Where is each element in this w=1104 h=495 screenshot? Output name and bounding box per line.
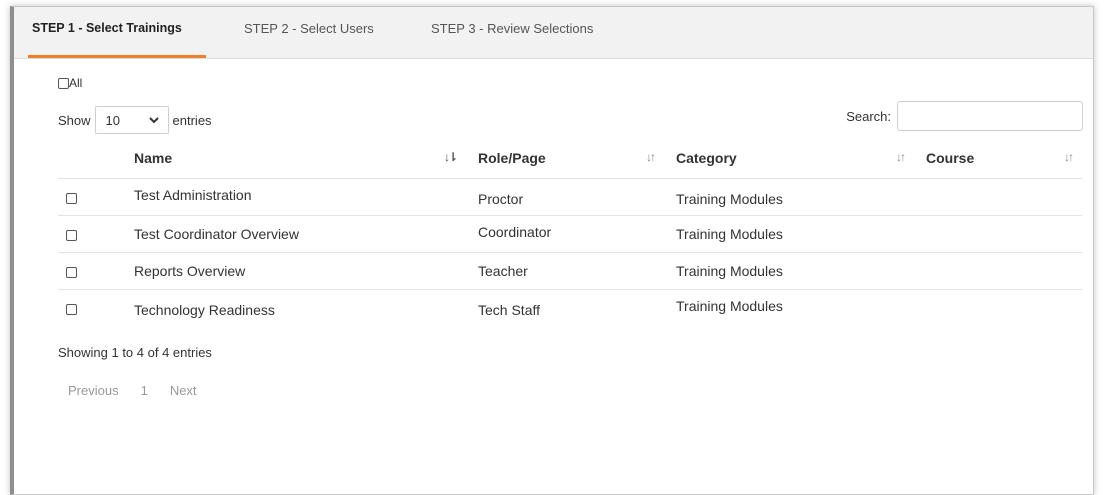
row-checkbox[interactable] (66, 266, 77, 278)
cell-role: Tech Staff (478, 301, 541, 318)
table-row: Reports Overview Teacher Training Module… (58, 252, 1082, 289)
tab-step-1[interactable]: STEP 1 - Select Trainings (32, 21, 182, 35)
cell-name: Test Coordinator Overview (134, 225, 299, 242)
column-header-role[interactable]: Role/Page ↓↑ (466, 138, 664, 178)
checkbox-column-header (58, 138, 84, 178)
row-checkbox[interactable] (66, 229, 77, 241)
row-checkbox[interactable] (66, 192, 77, 204)
column-header-name[interactable]: Name ↓⇂ (84, 138, 466, 178)
wizard-panel: STEP 1 - Select Trainings STEP 2 - Selec… (10, 6, 1094, 495)
sort-icon: ↓↑ (646, 150, 656, 164)
trainings-table: Name ↓⇂ Role/Page ↓↑ Category ↓↑ Course … (58, 138, 1082, 326)
pagination: Previous 1 Next (68, 383, 197, 398)
table-info: Showing 1 to 4 of 4 entries (58, 345, 212, 360)
cell-course (926, 179, 1082, 189)
chevron-down-icon (148, 117, 159, 124)
entries-select[interactable]: 10 (94, 106, 169, 134)
search-control: Search: (846, 101, 1083, 131)
table-row: Test Administration Proctor Training Mod… (58, 178, 1082, 215)
cell-category: Training Modules (676, 262, 783, 279)
cell-name: Technology Readiness (134, 301, 275, 318)
step-tabs: STEP 1 - Select Trainings STEP 2 - Selec… (14, 7, 1093, 59)
column-header-course[interactable]: Course ↓↑ (914, 138, 1082, 178)
cell-course (926, 290, 1082, 300)
cell-role: Proctor (478, 190, 524, 207)
show-label: Show (58, 112, 91, 128)
sort-icon: ↓↑ (1064, 150, 1074, 164)
select-all-checkbox[interactable] (58, 77, 69, 89)
sort-desc-icon: ↓⇂ (443, 150, 458, 164)
cell-role: Teacher (478, 262, 528, 279)
tab-step-2[interactable]: STEP 2 - Select Users (244, 21, 374, 36)
entries-label: entries (172, 112, 212, 128)
page-1-button[interactable]: 1 (141, 383, 148, 398)
search-label: Search: (846, 108, 891, 124)
column-header-category[interactable]: Category ↓↑ (664, 138, 914, 178)
table-row: Technology Readiness Tech Staff Training… (58, 289, 1082, 326)
tab-content: All Show 10 entries Search: Name ↓⇂ Role… (14, 59, 1093, 494)
select-all-label: All (69, 76, 83, 90)
cell-role: Coordinator (478, 223, 552, 240)
table-header-row: Name ↓⇂ Role/Page ↓↑ Category ↓↑ Course … (58, 138, 1082, 178)
cell-category: Training Modules (676, 297, 783, 314)
cell-name: Test Administration (134, 186, 252, 203)
page-length-control: Show 10 entries (58, 106, 212, 134)
next-button[interactable]: Next (170, 383, 197, 398)
row-checkbox[interactable] (66, 303, 77, 315)
sort-icon: ↓↑ (896, 150, 906, 164)
tab-step-3[interactable]: STEP 3 - Review Selections (431, 21, 593, 36)
table-row: Test Coordinator Overview Coordinator Tr… (58, 215, 1082, 252)
cell-name: Reports Overview (134, 262, 246, 279)
cell-course (926, 216, 1082, 226)
select-all[interactable]: All (58, 76, 82, 90)
cell-category: Training Modules (676, 225, 783, 242)
previous-button[interactable]: Previous (68, 383, 119, 398)
active-tab-indicator (28, 55, 206, 58)
search-input[interactable] (897, 101, 1083, 131)
cell-course (926, 253, 1082, 263)
entries-value: 10 (105, 112, 120, 128)
cell-category: Training Modules (676, 190, 783, 207)
